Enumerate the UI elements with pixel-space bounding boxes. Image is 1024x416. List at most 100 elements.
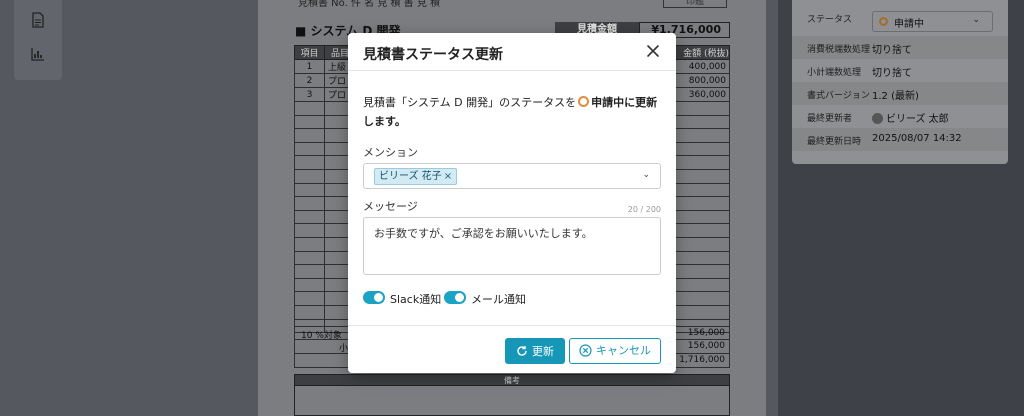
refresh-icon (517, 345, 527, 356)
header-amount: 金額 (税抜) (673, 45, 730, 60)
desc-status: 申請中 (591, 96, 625, 109)
cell-amount (673, 155, 730, 170)
cancel-circle-icon (579, 344, 592, 357)
note-body (294, 386, 730, 416)
cell-no (294, 264, 325, 279)
cell-no (294, 101, 325, 116)
modal-title: 見積書ステータス更新 (363, 47, 503, 63)
cell-no (294, 236, 325, 252)
cell-amount (673, 141, 730, 157)
prop-value: 切り捨て (872, 68, 912, 79)
update-label: 更新 (532, 344, 554, 358)
chevron-down-icon: ⌄ (972, 15, 980, 25)
cell-amount: 400,000 (673, 59, 730, 74)
prop-row: 消費税端数処理 切り捨て (792, 36, 1008, 59)
slack-toggle[interactable] (363, 291, 385, 304)
cell-no (294, 250, 325, 266)
status-ring-icon (578, 96, 590, 107)
prop-label: 最終更新日時 (807, 137, 862, 147)
mention-tag-label: ビリーズ 花子 (379, 171, 442, 182)
mention-label: メンション (363, 146, 418, 159)
cell-no (294, 182, 325, 198)
prop-label: 最終更新者 (807, 114, 853, 124)
prop-value: 2025/08/07 14:32 (872, 133, 962, 144)
cell-no (294, 209, 325, 225)
slack-label: Slack通知 (390, 293, 442, 306)
status-update-modal: 見積書ステータス更新 見積書「システム D 開発」のステータスを 申請中に更新しま… (348, 33, 676, 373)
cell-no: 2 (294, 73, 325, 88)
modal-footer: 更新 キャンセル (348, 325, 676, 373)
mail-toggle[interactable] (444, 291, 466, 304)
prop-row: 書式バージョン 1.2 (最新) (792, 82, 1008, 105)
tag-remove-icon[interactable]: × (444, 171, 452, 182)
document-icon[interactable] (30, 12, 46, 28)
prop-row: 最終更新日時 2025/08/07 14:32 (792, 128, 1008, 151)
note-header: 備考 (294, 374, 730, 386)
properties-panel: ステータス 申請中 ⌄ 消費税端数処理 切り捨て 小計端数処理 切り捨て 書式バ… (792, 0, 1008, 164)
subtotal-label: 小 (339, 344, 349, 354)
prop-value: 1.2 (最新) (872, 91, 919, 102)
left-rail (14, 0, 62, 80)
chart-icon[interactable] (30, 46, 46, 62)
cancel-label: キャンセル (596, 344, 651, 358)
cell-amount (673, 182, 730, 198)
cell-no (294, 196, 325, 211)
status-select[interactable]: 申請中 ⌄ (872, 11, 993, 32)
message-label: メッセージ (363, 200, 418, 213)
cell-no (294, 223, 325, 238)
cell-amount: 360,000 (673, 87, 730, 102)
update-button[interactable]: 更新 (505, 338, 565, 364)
cell-amount (673, 236, 730, 252)
mention-select[interactable]: ビリーズ 花子 × ⌄ (363, 163, 661, 189)
updater-name: ビリーズ 太郎 (886, 114, 949, 125)
cell-no (294, 155, 325, 170)
prop-label: 書式バージョン (807, 91, 870, 101)
prop-label: 消費税端数処理 (807, 45, 871, 55)
prop-row: 小計端数処理 切り捨て (792, 59, 1008, 82)
status-value: 申請中 (894, 19, 924, 30)
status-ring-icon (879, 17, 888, 26)
cancel-button[interactable]: キャンセル (569, 338, 661, 364)
cell-amount (673, 277, 730, 293)
prop-label: 小計端数処理 (807, 68, 862, 78)
cell-amount (673, 209, 730, 225)
cell-no (294, 291, 325, 306)
cell-amount (673, 291, 730, 306)
cell-amount (673, 250, 730, 266)
cell-no: 3 (294, 87, 325, 102)
cell-no (294, 141, 325, 157)
cell-amount (673, 101, 730, 116)
cell-no (294, 128, 325, 143)
cell-no (294, 304, 325, 320)
cell-amount (673, 168, 730, 184)
subtotal-amount: 156,000 (687, 341, 725, 351)
cell-no (294, 168, 325, 184)
message-counter: 20 / 200 (627, 205, 661, 214)
prop-row: 最終更新者 ビリーズ 太郎 (792, 105, 1008, 128)
desc-before: 見積書「システム D 開発」のステータスを (363, 96, 577, 109)
chevron-down-icon[interactable]: ⌄ (642, 170, 650, 180)
avatar (872, 113, 883, 124)
message-textarea[interactable]: お手数ですが、ご承認をお願いいたします。 (363, 217, 661, 275)
modal-description: 見積書「システム D 開発」のステータスを 申請中に更新します。 (363, 93, 663, 131)
doc-stamp-box: 印鑑 (663, 0, 727, 8)
cell-no: 1 (294, 59, 325, 74)
cell-amount (673, 128, 730, 143)
mention-tag: ビリーズ 花子 × (374, 168, 458, 185)
cell-no (294, 114, 325, 130)
mail-label: メール通知 (471, 293, 526, 306)
cell-amount (673, 264, 730, 279)
cell-amount (673, 304, 730, 320)
tax-amount: 156,000 (687, 328, 725, 338)
status-label: ステータス (807, 15, 853, 25)
prop-value: 切り捨て (872, 45, 912, 56)
cell-amount (673, 114, 730, 130)
cell-amount: 800,000 (673, 73, 730, 88)
header-no: 項目 (294, 45, 325, 60)
modal-header: 見積書ステータス更新 (348, 33, 676, 71)
doc-top-text: 見積書 No. 件 名 見 積 書 見 積 (298, 0, 441, 9)
prop-value: ビリーズ 太郎 (872, 110, 949, 125)
cell-amount (673, 223, 730, 238)
close-icon[interactable] (644, 42, 662, 60)
cell-no (294, 277, 325, 293)
